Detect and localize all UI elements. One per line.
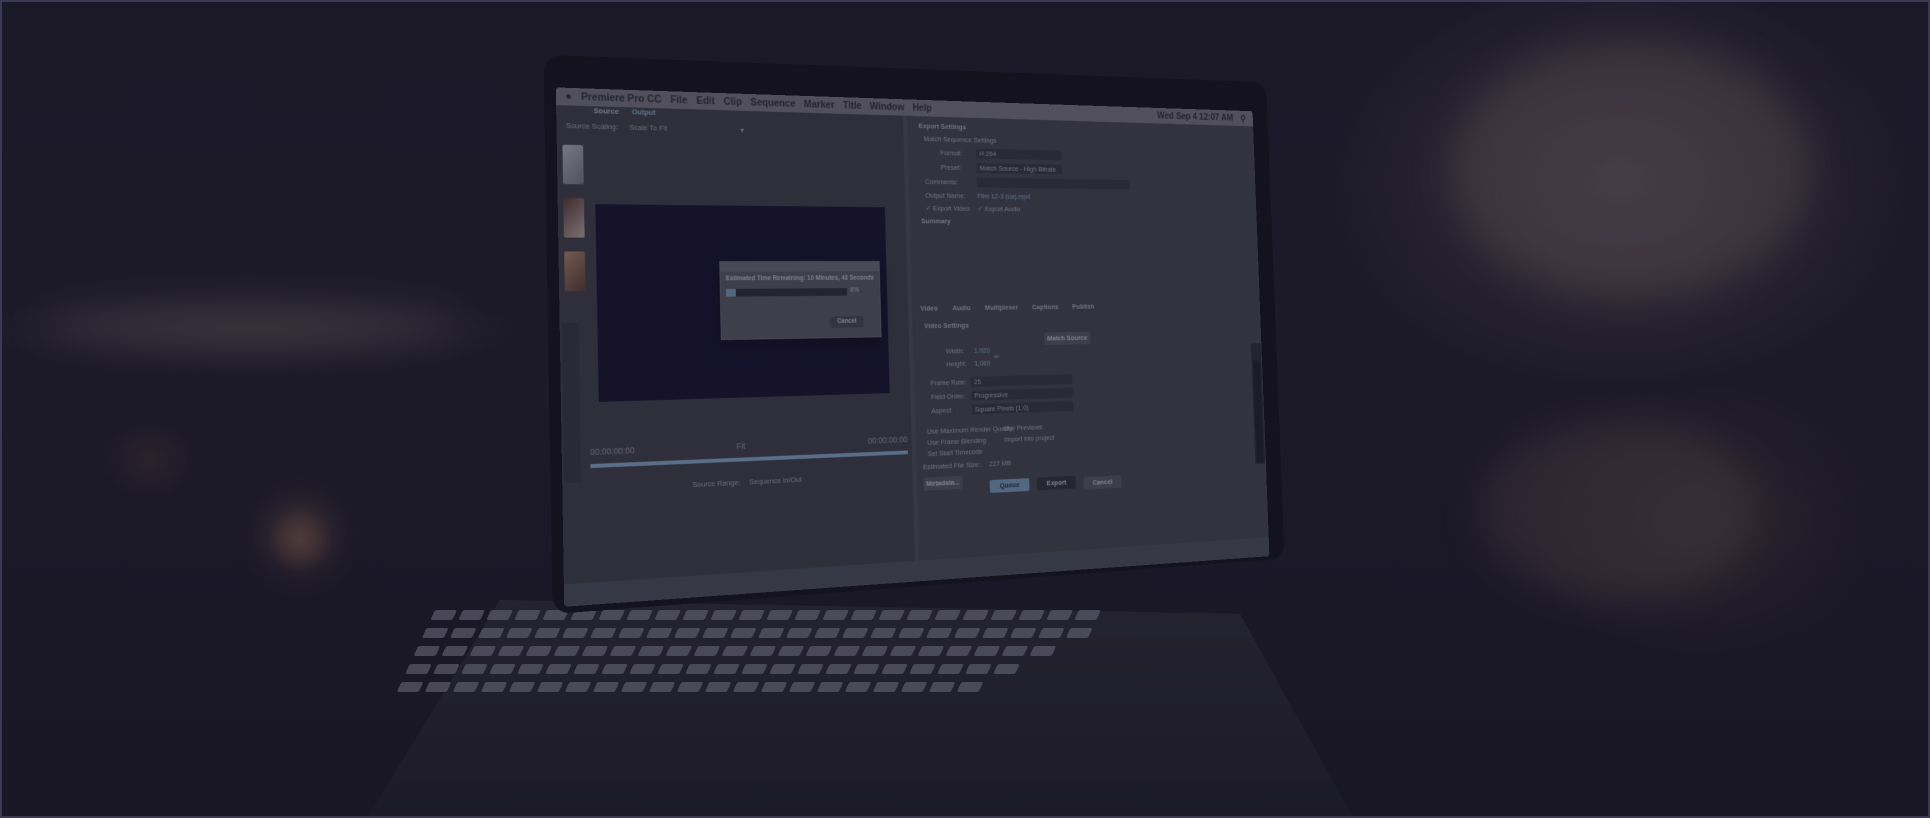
progress-fill: [726, 289, 736, 297]
menu-clock: Wed Sep 4 12:07 AM: [1157, 111, 1233, 124]
laptop-screen: ● Premiere Pro CC File Edit Clip Sequenc…: [556, 87, 1270, 606]
frame-blending-checkbox[interactable]: Use Frame Blending: [927, 436, 986, 447]
source-range-label: Source Range:: [692, 478, 740, 489]
dialog-titlebar: [720, 262, 879, 272]
export-audio-checkbox[interactable]: ✓ Export Audio: [978, 205, 1021, 214]
menu-item-sequence[interactable]: Sequence: [750, 97, 795, 110]
summary-header[interactable]: Summary: [921, 217, 951, 225]
tab-video[interactable]: Video: [920, 304, 938, 312]
zoom-fit-select[interactable]: Fit: [736, 441, 745, 451]
apple-icon[interactable]: ●: [565, 91, 571, 103]
cancel-button[interactable]: Cancel: [1083, 475, 1121, 490]
import-into-project-checkbox[interactable]: Import into project: [1004, 433, 1054, 443]
field-order-label: Field Order:: [931, 392, 965, 401]
export-video-checkbox[interactable]: ✓ Export Video: [926, 204, 970, 213]
queue-button[interactable]: Queue: [990, 478, 1030, 493]
format-select[interactable]: H.264: [976, 149, 1062, 161]
photo-background: ● Premiere Pro CC File Edit Clip Sequenc…: [0, 0, 1930, 818]
estimated-size-label: Estimated File Size:: [923, 460, 980, 471]
tab-source[interactable]: Source: [594, 106, 619, 120]
menu-item-edit[interactable]: Edit: [696, 95, 715, 107]
max-render-quality-checkbox[interactable]: Use Maximum Render Quality: [927, 424, 1013, 436]
timecode-in: 00:00:00:00: [590, 445, 635, 457]
clip-thumbnail[interactable]: [563, 198, 584, 238]
bokeh-light: [1480, 420, 1760, 600]
dialog-cancel-button[interactable]: Cancel: [830, 316, 864, 328]
source-range-select[interactable]: Sequence In/Out: [749, 475, 802, 486]
menu-item-help[interactable]: Help: [912, 102, 932, 114]
link-icon[interactable]: ∞: [994, 352, 999, 360]
export-button[interactable]: Export: [1037, 476, 1076, 491]
aspect-label: Aspect:: [931, 406, 953, 415]
tab-multiplexer[interactable]: Multiplexer: [985, 303, 1018, 312]
encoding-progress-dialog: Estimated Time Remaining: 10 Minutes, 43…: [719, 261, 881, 340]
source-scaling-select[interactable]: Scale To Fit: [629, 123, 667, 133]
search-icon[interactable]: ⚲: [1240, 113, 1253, 124]
clip-thumbnail[interactable]: [564, 251, 585, 291]
width-value[interactable]: 1,920: [974, 346, 990, 355]
comments-label: Comments:: [925, 177, 958, 186]
menu-item-clip[interactable]: Clip: [723, 96, 741, 108]
progress-percent: 8%: [850, 287, 859, 294]
match-source-button[interactable]: Match Source: [1044, 332, 1090, 345]
tools-panel[interactable]: [562, 323, 582, 484]
settings-tabs: Video Audio Multiplexer Captions Publish: [920, 302, 1094, 312]
height-value[interactable]: 1,080: [974, 359, 990, 368]
height-label: Height:: [946, 360, 967, 369]
source-output-panel: Source Output Source Scaling: Scale To F…: [556, 105, 915, 584]
start-timecode-checkbox[interactable]: Set Start Timecode: [927, 447, 982, 458]
menu-item-marker[interactable]: Marker: [804, 99, 835, 111]
frame-rate-label: Frame Rate:: [930, 378, 966, 387]
tab-audio[interactable]: Audio: [952, 304, 970, 312]
output-name-link[interactable]: Film 12-3 (ua).mp4: [977, 192, 1030, 201]
tab-publish[interactable]: Publish: [1072, 302, 1094, 310]
export-settings-header[interactable]: Export Settings: [918, 122, 966, 132]
width-label: Width:: [946, 347, 964, 356]
preset-label: Preset:: [941, 163, 962, 172]
menu-item-window[interactable]: Window: [870, 101, 905, 113]
estimated-time-text: Estimated Time Remaining: 10 Minutes, 43…: [726, 275, 874, 282]
aspect-select[interactable]: Square Pixels (1.0): [972, 401, 1074, 414]
frame-rate-select[interactable]: 25: [971, 374, 1073, 387]
export-window: ● Premiere Pro CC File Edit Clip Sequenc…: [556, 87, 1270, 606]
timecode-out: 00:00:00:00: [868, 435, 908, 446]
metadata-button[interactable]: Metadata...: [923, 476, 962, 491]
tab-captions[interactable]: Captions: [1032, 303, 1059, 311]
format-label: Format:: [940, 149, 962, 158]
comments-input[interactable]: [977, 177, 1130, 189]
encoding-progress-bar: [726, 288, 847, 297]
export-settings-panel: Export Settings Match Sequence Settings …: [907, 116, 1269, 561]
source-scaling-label: Source Scaling:: [566, 121, 618, 131]
estimated-size-value: 227 MB: [989, 459, 1011, 468]
bokeh-light: [1450, 40, 1810, 300]
menu-item-file[interactable]: File: [670, 94, 687, 106]
bokeh-light: [270, 505, 330, 565]
video-settings-header[interactable]: Video Settings: [924, 321, 969, 330]
preset-select[interactable]: Match Source - High Bitrate: [976, 163, 1062, 174]
menu-app-name[interactable]: Premiere Pro CC: [581, 91, 662, 105]
use-previews-checkbox[interactable]: Use Previews: [1004, 423, 1043, 433]
laptop-keyboard: [365, 610, 1335, 760]
menu-item-title[interactable]: Title: [843, 100, 862, 112]
bokeh-light: [40, 300, 460, 350]
match-sequence-checkbox[interactable]: Match Sequence Settings: [924, 135, 997, 145]
output-name-label: Output Name:: [925, 191, 965, 200]
clip-thumbnail[interactable]: [562, 145, 583, 185]
tab-output[interactable]: Output: [632, 107, 656, 121]
field-order-select[interactable]: Progressive: [971, 388, 1073, 401]
chevron-down-icon[interactable]: ▾: [740, 126, 744, 135]
